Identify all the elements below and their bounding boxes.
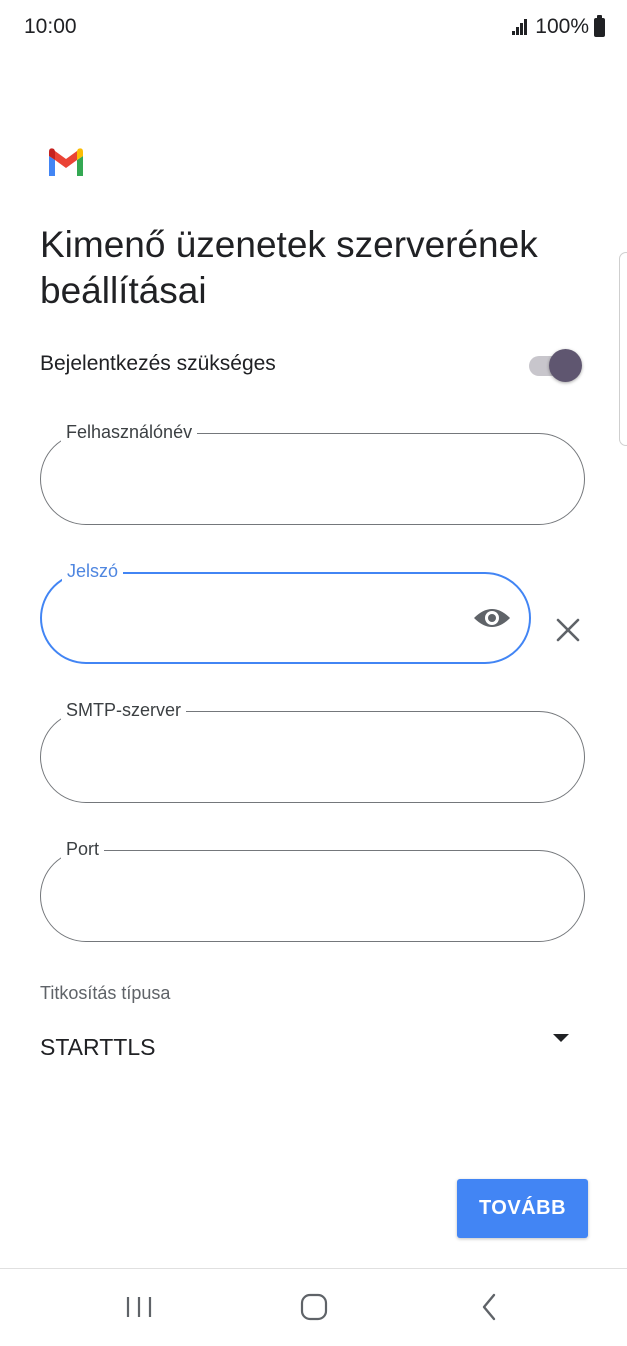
login-required-label: Bejelentkezés szükséges [40, 352, 276, 375]
recent-apps-icon [126, 1297, 152, 1317]
back-button[interactable] [465, 1287, 515, 1327]
toggle-thumb [549, 349, 582, 382]
login-required-toggle[interactable] [529, 348, 583, 384]
close-icon[interactable] [554, 616, 582, 644]
username-field[interactable]: Felhasználónév [40, 421, 585, 525]
smtp-server-input[interactable] [66, 740, 490, 776]
encryption-type-label: Titkosítás típusa [40, 983, 171, 1003]
password-input[interactable] [67, 602, 491, 638]
port-field[interactable]: Port [40, 838, 585, 942]
home-button[interactable] [289, 1287, 339, 1327]
encryption-type-select[interactable]: STARTTLS [40, 1030, 585, 1070]
recent-apps-button[interactable] [114, 1287, 164, 1327]
page-title: Kimenő üzenetek szerverének beállításai [40, 224, 538, 311]
back-icon [482, 1293, 496, 1321]
password-label: Jelszó [62, 560, 124, 582]
battery-percent: 100% [535, 15, 589, 38]
encryption-type-value: STARTTLS [40, 1034, 156, 1060]
next-button[interactable]: TOVÁBB [457, 1179, 588, 1238]
username-input[interactable] [66, 462, 490, 498]
password-field[interactable]: Jelszó [40, 560, 531, 664]
eye-icon[interactable] [473, 605, 511, 631]
status-time: 10:00 [24, 15, 77, 38]
dropdown-arrow-icon [553, 1034, 569, 1042]
signal-icon [512, 19, 530, 35]
edge-panel-handle[interactable] [619, 252, 627, 446]
battery-icon [594, 14, 605, 37]
smtp-server-label: SMTP-szerver [61, 699, 187, 721]
home-icon [300, 1293, 328, 1321]
navigation-bar [0, 1269, 627, 1346]
smtp-server-field[interactable]: SMTP-szerver [40, 699, 585, 803]
status-bar: 10:00 100% [0, 0, 627, 56]
port-input[interactable] [66, 879, 490, 915]
gmail-logo-icon [49, 148, 83, 176]
port-label: Port [61, 838, 105, 860]
username-label: Felhasználónév [61, 421, 198, 443]
status-right: 100% [512, 14, 605, 39]
